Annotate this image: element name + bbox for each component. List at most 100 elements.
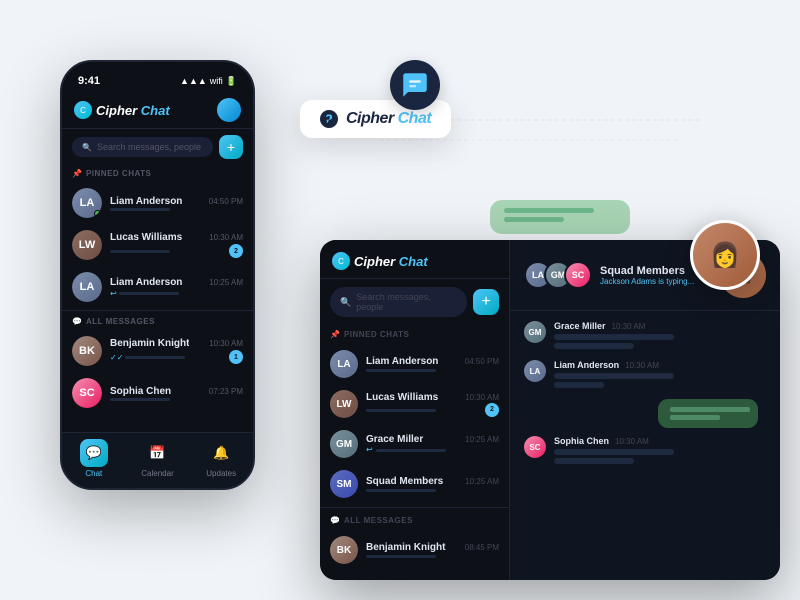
chat-info-benjamin: Benjamin Knight 10:30 AM ✓✓ 1 <box>110 338 243 364</box>
message-content-liam: Liam Anderson 10:30 AM <box>554 360 766 391</box>
message-content-grace: Grace Miller 10:30 AM <box>554 321 766 352</box>
desktop-search-bar[interactable]: 🔍 Search messages, people <box>330 287 467 317</box>
battery-icon: 🔋 <box>226 76 237 87</box>
phone-chat-item[interactable]: LA Liam Anderson 04:50 PM <box>62 182 253 224</box>
phone-all-section: 💬 ALL MESSAGES <box>62 313 253 330</box>
chat-time-liam2: 10:25 AM <box>209 278 243 287</box>
phone-logo: C Cipher Chat <box>74 101 170 119</box>
desktop-name-lucas: Lucas Williams <box>366 392 438 403</box>
chat-bubble-icon <box>390 60 440 110</box>
chat-info-sophia: Sophia Chen 07:23 PM <box>110 386 243 401</box>
phone-search-bar[interactable]: 🔍 Search messages, people <box>72 137 213 157</box>
desktop-search-icon: 🔍 <box>340 297 351 308</box>
desktop-chat-liam[interactable]: LA Liam Anderson 04:50 PM <box>320 344 509 384</box>
message-avatar-sophia: SC <box>524 436 546 458</box>
desktop-avatar-benjamin: BK <box>330 536 358 564</box>
phone-chat-item-lucas[interactable]: LW Lucas Williams 10:30 AM 2 <box>62 224 253 266</box>
phone-search-text: Search messages, people <box>97 142 201 152</box>
user-avatar[interactable] <box>217 98 241 122</box>
phone-chat-item-sophia[interactable]: SC Sophia Chen 07:23 PM <box>62 372 253 414</box>
desktop-pinned-label: PINNED CHATS <box>344 330 409 339</box>
nav-updates[interactable]: 🔔 Updates <box>189 439 253 478</box>
desktop-avatar-lucas: LW <box>330 390 358 418</box>
phone-status-icons: ▲▲▲ wifi 🔋 <box>180 76 237 87</box>
desktop-search-placeholder: Search messages, people <box>356 292 457 312</box>
chat-name: Liam Anderson <box>110 196 182 207</box>
message-sender-sophia: Sophia Chen <box>554 436 609 446</box>
nav-chat[interactable]: 💬 Chat <box>62 439 126 478</box>
phone-add-button[interactable]: + <box>219 135 243 159</box>
chat-nav-icon: 💬 <box>80 439 108 467</box>
typing-indicator: Jackson Adams is typing... <box>600 277 694 286</box>
desktop-add-button[interactable]: + <box>473 289 499 315</box>
desktop-logo-text: Cipher Chat <box>354 254 428 269</box>
desktop-time-grace: 10:25 AM <box>465 435 499 444</box>
desktop-chat-grace[interactable]: GM Grace Miller 10:25 AM ↩ <box>320 424 509 464</box>
chat-messages: GM Grace Miller 10:30 AM LA Liam Anderso… <box>510 311 780 580</box>
chat-info-lucas: Lucas Williams 10:30 AM 2 <box>110 232 243 258</box>
chat-info: Liam Anderson 04:50 PM <box>110 196 243 211</box>
desktop-pinned-section: 📌 PINNED CHATS <box>320 325 509 344</box>
squad-info: LA GM SC Squad Members Jackson Adams is … <box>524 261 694 289</box>
desktop-name-liam: Liam Anderson <box>366 356 438 367</box>
desktop-sidebar: C Cipher Chat 🔍 Search messages, people … <box>320 240 510 580</box>
green-message-block <box>524 399 766 428</box>
desktop-avatar-grace: GM <box>330 430 358 458</box>
desktop-all-label: ALL MESSAGES <box>344 516 413 525</box>
phone-search-area: 🔍 Search messages, people + <box>62 129 253 165</box>
nav-calendar[interactable]: 📅 Calendar <box>126 439 190 478</box>
desktop-chat-benjamin[interactable]: BK Benjamin Knight 08:45 PM <box>320 530 509 570</box>
chat-name-lucas: Lucas Williams <box>110 232 182 243</box>
floating-avatar: 👩 <box>690 220 760 290</box>
phone-notch: 9:41 ▲▲▲ wifi 🔋 <box>62 62 253 92</box>
desktop-logo: C Cipher Chat <box>332 252 428 270</box>
desktop-chat-squad[interactable]: SM Squad Members 10:25 AM <box>320 464 509 504</box>
unread-badge: 2 <box>229 244 243 258</box>
calendar-nav-label: Calendar <box>141 469 173 478</box>
calendar-nav-icon: 📅 <box>144 439 172 467</box>
phone-chat-item-benjamin[interactable]: BK Benjamin Knight 10:30 AM ✓✓ 1 <box>62 330 253 372</box>
chat-name-liam2: Liam Anderson <box>110 277 182 288</box>
chat-time: 04:50 PM <box>209 197 243 206</box>
squad-avatar-3: SC <box>564 261 592 289</box>
phone-chat-item-liam2[interactable]: LA Liam Anderson 10:25 AM ↩ <box>62 266 253 308</box>
desktop-time-squad: 10:25 AM <box>465 477 499 486</box>
phone-time: 9:41 <box>78 75 100 87</box>
message-time-liam: 10:30 AM <box>625 361 659 370</box>
logo-icon: C <box>74 101 92 119</box>
squad-name: Squad Members <box>600 265 694 277</box>
desktop-name-benjamin: Benjamin Knight <box>366 542 445 553</box>
message-row-liam: LA Liam Anderson 10:30 AM <box>524 360 766 391</box>
chat-time-lucas: 10:30 AM <box>209 233 243 242</box>
logo-text: Cipher Chat <box>96 103 170 118</box>
desktop-mockup: C Cipher Chat 🔍 Search messages, people … <box>320 240 780 580</box>
desktop-time-liam: 04:50 PM <box>465 357 499 366</box>
desktop-search-area: 🔍 Search messages, people + <box>320 279 509 325</box>
phone-bottom-nav: 💬 Chat 📅 Calendar 🔔 Updates <box>62 432 253 488</box>
search-icon: 🔍 <box>82 143 92 152</box>
chat-time-sophia: 07:23 PM <box>209 387 243 396</box>
desktop-badge-lucas: 2 <box>485 403 499 417</box>
desktop-info-liam: Liam Anderson 04:50 PM <box>366 356 499 372</box>
chat-info-liam2: Liam Anderson 10:25 AM ↩ <box>110 277 243 298</box>
desktop-name-squad: Squad Members <box>366 476 443 487</box>
squad-avatars: LA GM SC <box>524 261 592 289</box>
message-sender-liam: Liam Anderson <box>554 360 619 370</box>
pinned-label: PINNED CHATS <box>86 169 151 178</box>
desktop-logo-icon: C <box>332 252 350 270</box>
desktop-all-section: 💬 ALL MESSAGES <box>320 511 509 530</box>
signal-icon: ▲▲▲ <box>180 76 207 86</box>
chat-time-benjamin: 10:30 AM <box>209 339 243 348</box>
updates-nav-icon: 🔔 <box>207 439 235 467</box>
desktop-time-benjamin: 08:45 PM <box>465 543 499 552</box>
green-bubble-float <box>490 200 630 234</box>
message-time-grace: 10:30 AM <box>612 322 646 331</box>
chat-name-benjamin: Benjamin Knight <box>110 338 189 349</box>
all-label: ALL MESSAGES <box>86 317 155 326</box>
desktop-chat-lucas[interactable]: LW Lucas Williams 10:30 AM 2 <box>320 384 509 424</box>
desktop-info-benjamin: Benjamin Knight 08:45 PM <box>366 542 499 558</box>
squad-text: Squad Members Jackson Adams is typing... <box>600 265 694 286</box>
phone-pinned-section: 📌 PINNED CHATS <box>62 165 253 182</box>
unread-badge-benjamin: 1 <box>229 350 243 364</box>
desktop-main-area: LA GM SC Squad Members Jackson Adams is … <box>510 240 780 580</box>
